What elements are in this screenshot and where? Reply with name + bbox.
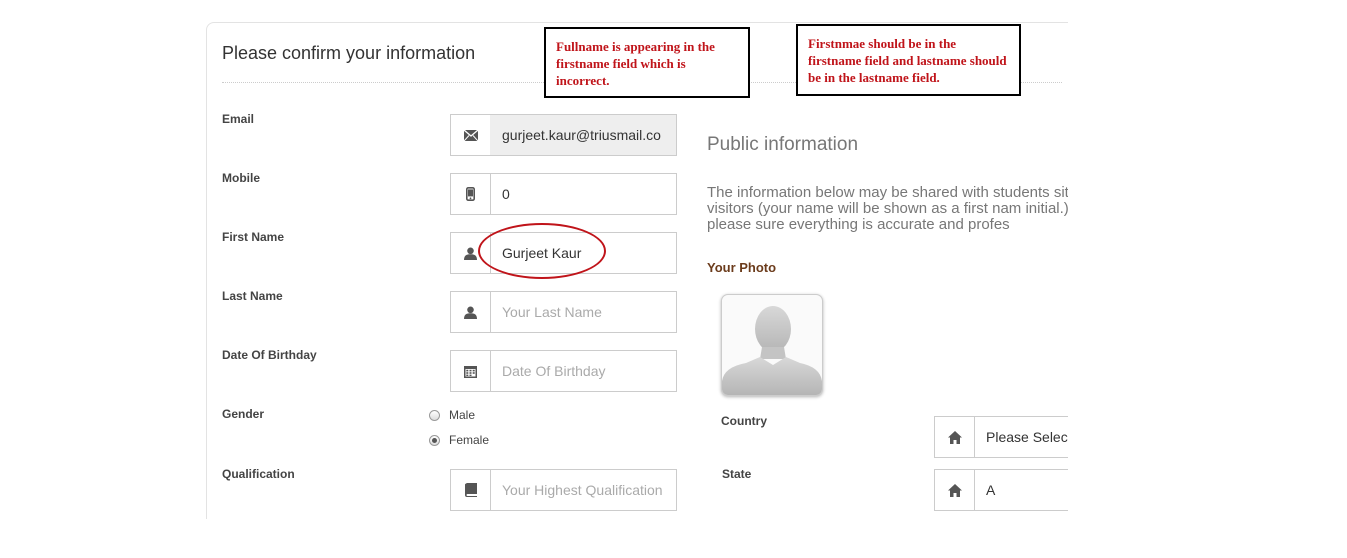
qualification-label: Qualification xyxy=(222,467,295,481)
page-title: Please confirm your information xyxy=(222,43,476,63)
state-value: A xyxy=(986,482,996,498)
annotation-note-1: Fullname is appearing in the firstname f… xyxy=(544,27,750,98)
email-field[interactable]: gurjeet.kaur@triusmail.co xyxy=(450,114,677,156)
mobile-field[interactable]: 0 xyxy=(450,173,677,215)
email-label: Email xyxy=(222,112,255,126)
gender-option-female[interactable]: Female xyxy=(429,433,489,447)
public-info-title: Public information xyxy=(707,134,859,155)
state-label: State xyxy=(722,467,752,481)
first-name-label: First Name xyxy=(222,230,285,244)
avatar-silhouette-icon xyxy=(722,306,822,395)
annotation-note-2: Firstnmae should be in the firstname fie… xyxy=(796,24,1021,96)
dob-label: Date Of Birthday xyxy=(222,348,317,362)
gender-female-radio[interactable] xyxy=(429,434,440,446)
envelope-icon xyxy=(451,115,491,155)
last-name-placeholder: Your Last Name xyxy=(502,304,602,320)
gender-label: Gender xyxy=(222,407,265,421)
gender-male-label: Male xyxy=(449,408,476,422)
mobile-phone-icon xyxy=(451,174,491,214)
country-label: Country xyxy=(721,414,767,428)
state-select[interactable]: A xyxy=(934,469,1068,511)
qualification-field[interactable]: Your Highest Qualification xyxy=(450,469,677,511)
home-icon xyxy=(935,470,975,510)
mobile-value: 0 xyxy=(502,186,510,202)
calendar-icon xyxy=(451,351,491,391)
home-icon xyxy=(935,417,975,457)
book-icon xyxy=(451,470,491,510)
first-name-highlight-circle xyxy=(478,223,606,279)
public-info-description: The information below may be shared with… xyxy=(707,184,1068,233)
dob-placeholder: Date Of Birthday xyxy=(502,363,606,379)
qualification-placeholder: Your Highest Qualification xyxy=(502,482,663,498)
country-value: Please Selec xyxy=(986,429,1068,445)
dob-field[interactable]: Date Of Birthday xyxy=(450,350,677,392)
country-select[interactable]: Please Selec xyxy=(934,416,1068,458)
profile-photo-placeholder[interactable] xyxy=(721,294,823,396)
last-name-field[interactable]: Your Last Name xyxy=(450,291,677,333)
gender-female-label: Female xyxy=(449,433,490,447)
your-photo-label: Your Photo xyxy=(707,260,777,275)
email-value: gurjeet.kaur@triusmail.co xyxy=(490,115,676,155)
gender-option-male[interactable]: Male xyxy=(429,408,475,422)
last-name-label: Last Name xyxy=(222,289,283,303)
mobile-label: Mobile xyxy=(222,171,260,185)
user-icon xyxy=(451,292,491,332)
gender-male-radio[interactable] xyxy=(429,409,440,421)
